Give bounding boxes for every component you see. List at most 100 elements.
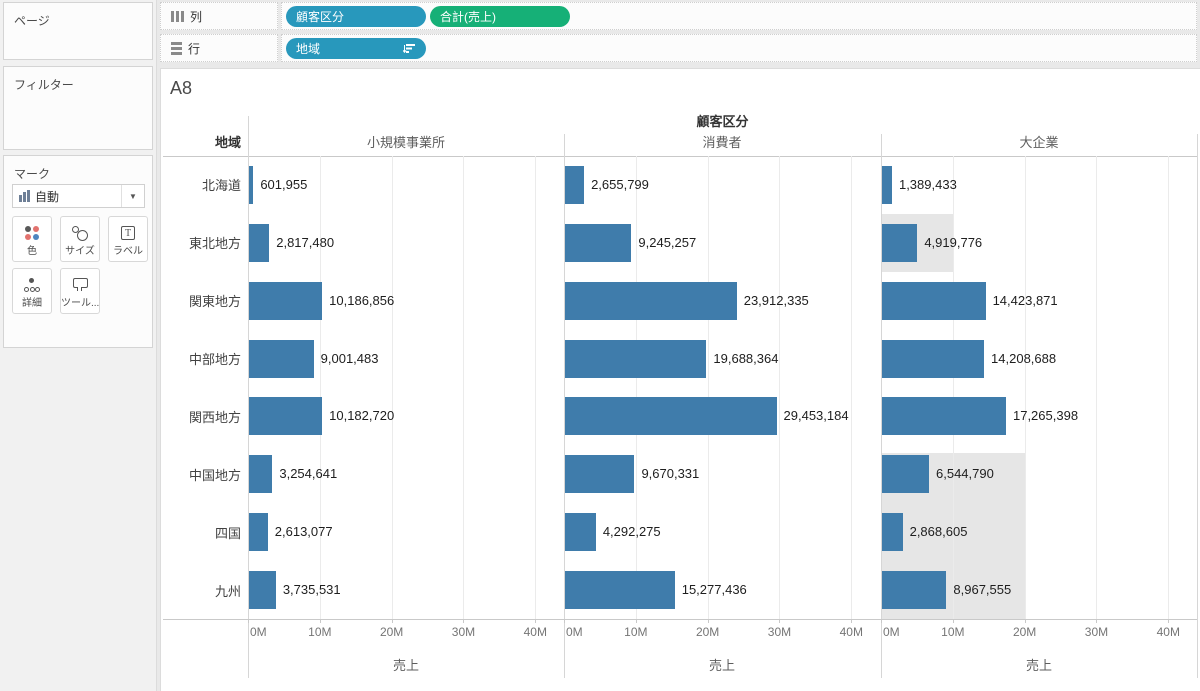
- row-header-5[interactable]: 中国地方: [161, 445, 241, 503]
- bar-mark[interactable]: [882, 165, 892, 204]
- column-field-label[interactable]: 顧客区分: [248, 111, 1197, 130]
- bar-value-label: 15,277,436: [681, 582, 747, 598]
- size-button[interactable]: サイズ: [60, 216, 100, 262]
- bar-value-label: 23,912,335: [743, 292, 809, 308]
- bar-value-label: 2,868,605: [909, 524, 968, 540]
- bar-value-label: 2,613,077: [274, 524, 333, 540]
- axis-tick-label: 0M: [250, 625, 267, 639]
- label-button[interactable]: T ラベル: [108, 216, 148, 262]
- row-header-6[interactable]: 四国: [161, 503, 241, 561]
- row-header-0[interactable]: 北海道: [161, 156, 241, 214]
- bar-value-label: 4,292,275: [602, 524, 661, 540]
- bar-mark[interactable]: [882, 223, 918, 262]
- bar-value-label: 601,955: [260, 176, 308, 192]
- color-button[interactable]: 色: [12, 216, 52, 262]
- bar-mark[interactable]: [565, 281, 737, 320]
- axis-tick: [535, 619, 537, 623]
- axis-title-sales-2: 売上: [708, 658, 735, 673]
- bar-mark[interactable]: [565, 339, 707, 378]
- pane-border: [1197, 134, 1198, 678]
- color-button-label: 色: [27, 246, 37, 257]
- rows-shelf-label-box: 行: [160, 34, 278, 62]
- gridline: [1024, 156, 1026, 619]
- column-header-consumer[interactable]: 消費者: [564, 132, 880, 151]
- pill-customer-segment-label: 顧客区分: [296, 9, 345, 24]
- tooltip-button[interactable]: ツール...: [60, 268, 100, 314]
- sidebar: ページ フィルター マーク 自動 ▼ 色 サイズ T ラベル 詳細 ツール...: [0, 0, 157, 691]
- axis-tick-label: 40M: [1156, 625, 1180, 639]
- bar-mark[interactable]: [565, 397, 777, 436]
- bar-value-label: 2,655,799: [591, 176, 649, 192]
- axis-tick: [391, 619, 393, 623]
- axis-tick-label: 0M: [566, 625, 583, 639]
- bar-value-label: 9,245,257: [638, 234, 697, 250]
- column-header-small-business[interactable]: 小規模事業所: [248, 132, 564, 151]
- row-header-2[interactable]: 関東地方: [161, 272, 241, 330]
- header-divider-line: [163, 156, 1197, 157]
- bar-mark[interactable]: [565, 165, 585, 204]
- bar-mark[interactable]: [249, 165, 254, 204]
- pages-shelf[interactable]: ページ: [3, 2, 153, 60]
- mark-type-dropdown[interactable]: 自動 ▼: [12, 184, 145, 208]
- bar-mark[interactable]: [565, 223, 632, 262]
- row-header-7[interactable]: 九州: [161, 561, 241, 619]
- tooltip-button-label: ツール...: [61, 298, 99, 309]
- bar-mark[interactable]: [249, 339, 314, 378]
- gridline: [1096, 156, 1098, 619]
- row-header-1[interactable]: 東北地方: [161, 214, 241, 272]
- axis-tick-label: 30M: [1084, 625, 1109, 639]
- bar-mark[interactable]: [882, 281, 986, 320]
- bar-value-label: 4,919,776: [924, 234, 983, 250]
- axis-tick-label: 10M: [308, 625, 332, 639]
- axis-tick: [851, 619, 853, 623]
- sort-descending-icon[interactable]: [403, 42, 416, 55]
- row-field-label[interactable]: 地域: [161, 132, 241, 151]
- bar-mark[interactable]: [249, 455, 273, 494]
- bar-mark[interactable]: [882, 571, 947, 610]
- size-button-label: サイズ: [65, 246, 95, 257]
- bar-mark[interactable]: [249, 223, 270, 262]
- bar-value-label: 29,453,184: [783, 408, 849, 424]
- axis-tick-label: 40M: [523, 625, 547, 639]
- row-header-3[interactable]: 中部地方: [161, 330, 241, 388]
- bar-mark[interactable]: [882, 397, 1006, 436]
- row-header-4[interactable]: 関西地方: [161, 388, 241, 446]
- axis-tick: [463, 619, 465, 623]
- detail-button[interactable]: 詳細: [12, 268, 52, 314]
- bar-mark[interactable]: [565, 455, 635, 494]
- tooltip-icon: [61, 276, 99, 294]
- detail-icon: [13, 276, 51, 294]
- bar-mark[interactable]: [249, 513, 268, 552]
- bar-value-label: 17,265,398: [1012, 408, 1079, 424]
- bar-mark[interactable]: [882, 455, 929, 494]
- size-icon: [61, 224, 99, 242]
- bar-mark[interactable]: [565, 513, 596, 552]
- columns-shelf[interactable]: 顧客区分 合計(売上): [281, 2, 1197, 30]
- pill-sum-sales[interactable]: 合計(売上): [430, 5, 570, 27]
- axis-tick: [1168, 619, 1170, 623]
- rows-shelf[interactable]: 地域: [281, 34, 1197, 62]
- label-button-label: ラベル: [113, 246, 143, 257]
- axis-tick-label: 20M: [1012, 625, 1037, 639]
- bar-mark[interactable]: [249, 571, 276, 610]
- bar-value-label: 9,001,483: [320, 350, 379, 366]
- bar-mark[interactable]: [249, 281, 323, 320]
- column-header-enterprise[interactable]: 大企業: [881, 132, 1197, 151]
- bar-mark[interactable]: [249, 397, 323, 436]
- axis-tick-label: 30M: [451, 625, 476, 639]
- axis-tick-label: 10M: [941, 625, 965, 639]
- axis-tick: [635, 619, 637, 623]
- pill-customer-segment[interactable]: 顧客区分: [286, 5, 426, 27]
- chevron-down-icon[interactable]: ▼: [121, 185, 144, 207]
- axis-tick-label: 20M: [695, 625, 720, 639]
- pill-region[interactable]: 地域: [286, 37, 426, 59]
- axis-line: [163, 619, 1197, 620]
- bar-mark[interactable]: [882, 513, 903, 552]
- filters-shelf[interactable]: フィルター: [3, 66, 153, 150]
- bar-mark[interactable]: [882, 339, 985, 378]
- detail-button-label: 詳細: [22, 298, 42, 309]
- bar-mark[interactable]: [565, 571, 675, 610]
- columns-shelf-label-box: 列: [160, 2, 278, 30]
- axis-tick: [952, 619, 954, 623]
- gridline: [851, 156, 853, 619]
